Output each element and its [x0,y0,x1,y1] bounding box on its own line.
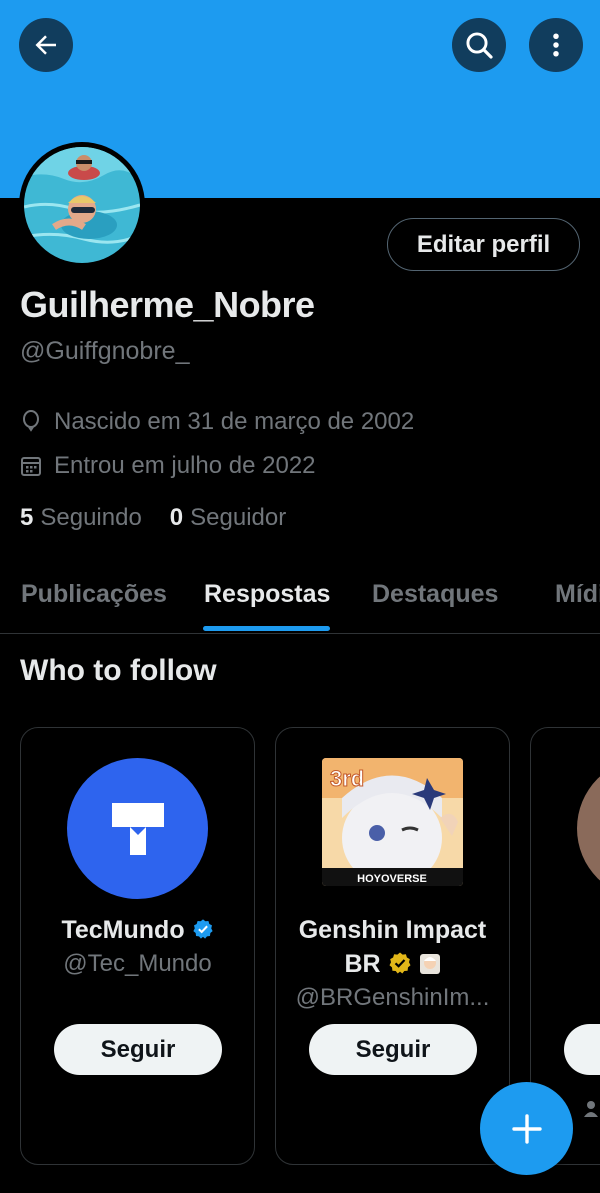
affiliate-badge-icon [419,954,440,974]
search-button[interactable] [452,18,506,72]
avatar[interactable] [19,142,145,268]
suggestion-card-tecmundo[interactable]: TecMundo @Tec_Mundo Seguir [20,727,255,1165]
more-vertical-icon [553,33,559,57]
arrow-left-icon [35,35,56,55]
joined-date-row: Entrou em julho de 2022 [20,452,316,480]
edit-profile-button[interactable]: Editar perfil [387,218,580,271]
following-stat[interactable]: 5 Seguindo [20,504,142,532]
verified-badge-icon [192,919,213,939]
partial-avatar [577,758,600,899]
follow-button[interactable]: Seguir [309,1024,477,1075]
birth-date-row: Nascido em 31 de março de 2002 [20,408,414,436]
follow-stats: 5 Seguindo 0 Seguidor [20,504,314,532]
tecmundo-logo-icon [111,802,164,855]
avatar-image [24,147,140,263]
profile-handle: @Guiffgnobre_ [20,337,190,365]
followers-stat[interactable]: 0 Seguidor [170,504,286,532]
profile-display-name: Guilherme_Nobre [20,284,315,325]
profile-tabs: Publicações Respostas Destaques Mídia [0,560,600,634]
more-options-button[interactable] [529,18,583,72]
compose-button[interactable] [480,1082,573,1175]
follow-button[interactable]: Seguir [54,1024,222,1075]
suggestion-name-line2: BR [276,950,509,979]
following-label: Seguindo [40,504,142,531]
genshin-avatar: 3rd HOYOVERSE [322,758,463,886]
suggestion-name-line2-text: BR [344,950,381,978]
following-count: 5 [20,504,34,531]
partial-follow-button[interactable] [564,1024,600,1075]
followers-count: 0 [169,504,184,531]
who-to-follow-title: Who to follow [20,654,217,687]
tab-midia[interactable]: Mídia [555,580,600,609]
suggestion-name: TecMundo [21,916,254,945]
verified-gold-badge-icon [389,952,411,974]
suggestion-card-genshin[interactable]: 3rd HOYOVERSE Genshin Impact BR @BRGensh… [275,727,510,1165]
tab-publicacoes[interactable]: Publicações [21,580,167,609]
active-tab-indicator [203,626,330,631]
anniversary-badge-text: 3rd [330,766,364,791]
balloon-icon [23,410,39,432]
calendar-icon [21,457,41,476]
joined-date-text: Entrou em julho de 2022 [54,452,316,479]
followers-label: Seguidor [190,504,287,531]
suggestion-name-text: TecMundo [61,916,185,944]
hoyoverse-logo-text: HOYOVERSE [357,873,427,885]
suggestion-handle: @Tec_Mundo [63,950,212,977]
tab-respostas[interactable]: Respostas [204,580,330,609]
search-icon [466,32,493,59]
person-icon [584,1101,598,1117]
tab-destaques[interactable]: Destaques [372,580,498,609]
birth-date-text: Nascido em 31 de março de 2002 [54,408,415,435]
back-button[interactable] [19,18,73,72]
plus-icon [511,1113,542,1144]
suggestion-handle: @BRGenshinIm... [295,984,490,1011]
tecmundo-avatar [67,758,208,899]
suggestion-name-line1: Genshin Impact [298,916,487,944]
